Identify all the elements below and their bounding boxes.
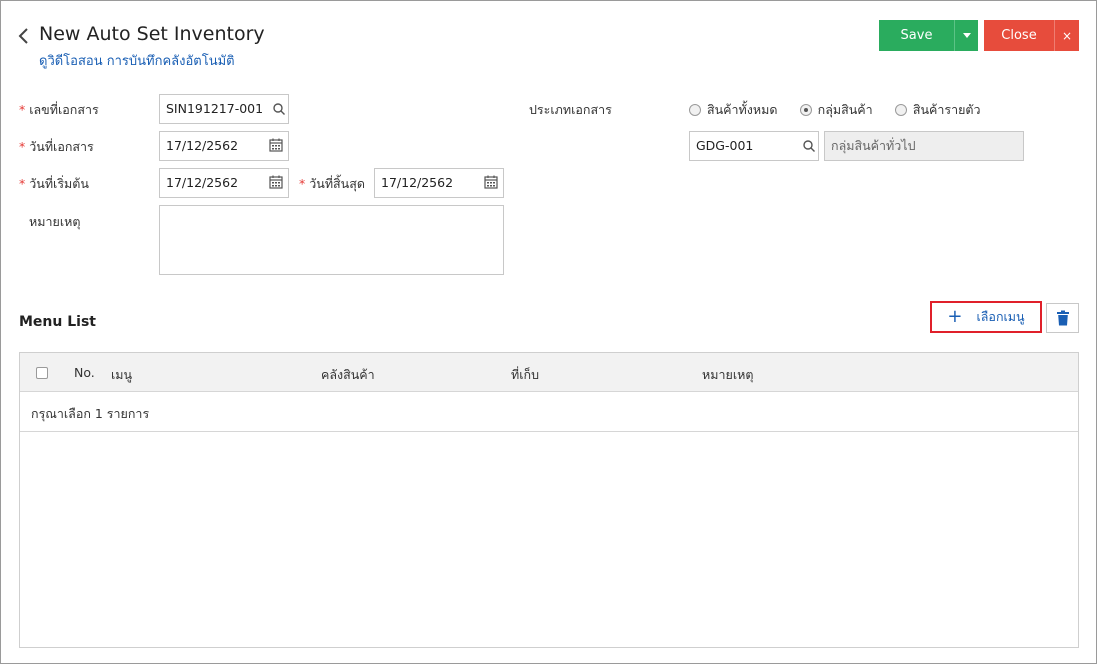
calendar-icon[interactable] bbox=[269, 175, 283, 189]
table-header: No. เมนู คลังสินค้า ที่เก็บ หมายเหตุ bbox=[20, 353, 1078, 392]
doc-type-radio-group: สินค้าทั้งหมด กลุ่มสินค้า สินค้ารายตัว bbox=[689, 100, 999, 118]
select-all-checkbox[interactable] bbox=[36, 367, 48, 379]
menu-list-title: Menu List bbox=[19, 314, 96, 330]
table-row: กรุณาเลือก 1 รายการ bbox=[20, 392, 1078, 432]
radio-dot bbox=[689, 104, 701, 116]
doc-date-label: * วันที่เอกสาร bbox=[19, 139, 94, 154]
radio-all-products[interactable]: สินค้าทั้งหมด bbox=[689, 100, 778, 120]
radio-dot bbox=[894, 104, 907, 116]
menu-list-table: No. เมนู คลังสินค้า ที่เก็บ หมายเหตุ กรุ… bbox=[19, 352, 1079, 648]
remark-textarea[interactable] bbox=[159, 205, 504, 275]
start-date-label: * วันที่เริ่มต้น bbox=[19, 176, 89, 191]
doc-no-label: * เลขที่เอกสาร bbox=[19, 102, 99, 117]
col-remark: หมายเหตุ bbox=[702, 367, 754, 382]
select-menu-label: เลือกเมนู bbox=[976, 309, 1025, 324]
search-icon[interactable] bbox=[272, 102, 286, 116]
col-location: ที่เก็บ bbox=[511, 367, 540, 382]
close-button[interactable]: Close bbox=[984, 20, 1054, 51]
search-icon[interactable] bbox=[802, 139, 816, 153]
trash-icon bbox=[1057, 310, 1069, 326]
back-chevron-icon[interactable] bbox=[15, 25, 33, 47]
select-menu-button[interactable]: + เลือกเมนู bbox=[930, 301, 1042, 333]
calendar-icon[interactable] bbox=[484, 175, 498, 189]
close-x-button[interactable]: × bbox=[1054, 20, 1079, 51]
calendar-icon[interactable] bbox=[269, 138, 283, 152]
page-title: New Auto Set Inventory bbox=[39, 23, 265, 45]
end-date-label: * วันที่สิ้นสุด bbox=[299, 176, 365, 191]
delete-button[interactable] bbox=[1046, 303, 1079, 333]
doc-no-input[interactable]: SIN191217-001 bbox=[159, 94, 289, 124]
app-window: New Auto Set Inventory ดูวิดีโอสอน การบั… bbox=[0, 0, 1097, 664]
empty-message: กรุณาเลือก 1 รายการ bbox=[31, 406, 150, 421]
group-code-input[interactable]: GDG-001 bbox=[689, 131, 819, 161]
save-button[interactable]: Save bbox=[879, 20, 954, 51]
col-warehouse: คลังสินค้า bbox=[321, 367, 375, 382]
radio-dot-selected bbox=[799, 104, 812, 116]
plus-icon: + bbox=[947, 306, 963, 327]
tutorial-link[interactable]: ดูวิดีโอสอน การบันทึกคลังอัตโนมัติ bbox=[39, 50, 235, 71]
col-menu: เมนู bbox=[111, 367, 133, 382]
save-dropdown-button[interactable] bbox=[954, 20, 978, 51]
group-name-field: กลุ่มสินค้าทั่วไป bbox=[824, 131, 1024, 161]
caret-down-icon bbox=[963, 33, 971, 38]
radio-product-group[interactable]: กลุ่มสินค้า bbox=[799, 100, 873, 120]
doc-type-label: ประเภทเอกสาร bbox=[529, 102, 612, 117]
col-no: No. bbox=[74, 365, 95, 380]
remark-label: หมายเหตุ bbox=[29, 214, 81, 229]
radio-single-product[interactable]: สินค้ารายตัว bbox=[894, 100, 981, 120]
